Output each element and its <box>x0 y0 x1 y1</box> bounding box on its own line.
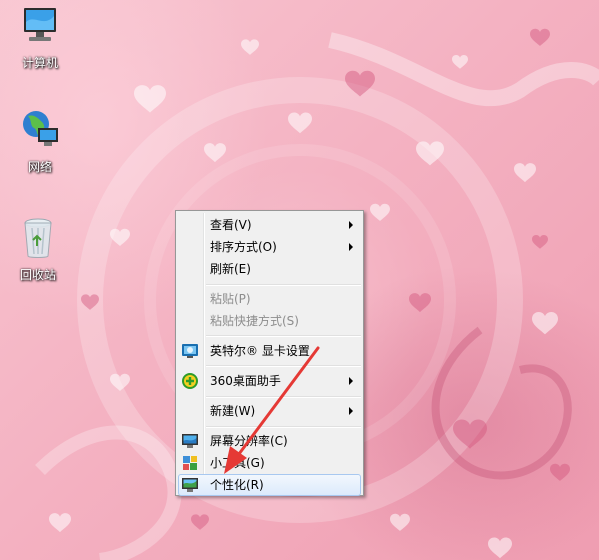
intel-graphics-icon <box>182 344 198 358</box>
menu-item-screen-resolution[interactable]: 屏幕分辨率(C) <box>178 430 361 452</box>
menu-item-personalize[interactable]: 个性化(R) <box>178 474 361 496</box>
menu-item-view[interactable]: 查看(V) <box>178 214 361 236</box>
360-desktop-icon <box>182 373 198 389</box>
menu-separator <box>206 284 361 286</box>
submenu-arrow-icon <box>349 407 353 415</box>
desktop-context-menu: 查看(V) 排序方式(O) 刷新(E) 粘贴(P) 粘贴快捷方式(S) 英特尔®… <box>175 210 364 496</box>
desktop-icon-label: 回收站 <box>19 268 56 282</box>
desktop-icon-label: 网络 <box>27 160 52 174</box>
menu-item-360-desktop[interactable]: 360桌面助手 <box>178 370 361 392</box>
screen-resolution-icon <box>182 434 198 448</box>
computer-icon <box>24 8 56 41</box>
personalize-icon <box>182 478 198 492</box>
menu-item-gadgets[interactable]: 小工具(G) <box>178 452 361 474</box>
menu-item-intel-graphics[interactable]: 英特尔® 显卡设置 <box>178 340 361 362</box>
menu-item-sort-by[interactable]: 排序方式(O) <box>178 236 361 258</box>
gadgets-icon <box>183 456 197 470</box>
menu-item-label: 个性化(R) <box>210 478 264 492</box>
menu-item-label: 粘贴快捷方式(S) <box>210 314 299 328</box>
desktop-icon-label: 计算机 <box>21 56 58 70</box>
menu-item-label: 新建(W) <box>210 404 256 418</box>
menu-item-label: 排序方式(O) <box>210 240 277 254</box>
menu-separator <box>206 396 361 398</box>
menu-item-paste-shortcut: 粘贴快捷方式(S) <box>178 310 361 332</box>
menu-item-label: 粘贴(P) <box>210 292 251 306</box>
menu-separator <box>206 335 361 337</box>
menu-item-label: 英特尔® 显卡设置 <box>210 344 310 358</box>
menu-item-label: 查看(V) <box>210 218 252 232</box>
submenu-arrow-icon <box>349 221 353 229</box>
desktop-icon-network[interactable]: 网络 <box>8 106 72 174</box>
recycle-bin-icon <box>24 218 52 258</box>
menu-item-refresh[interactable]: 刷新(E) <box>178 258 361 280</box>
desktop-icon-computer[interactable]: 计算机 <box>8 2 72 70</box>
desktop[interactable]: 计算机 网络 回收站 查看(V) 排序方式(O) 刷新(E) 粘贴(P) 粘贴快… <box>0 0 599 560</box>
network-icon <box>23 111 58 146</box>
menu-item-new[interactable]: 新建(W) <box>178 400 361 422</box>
desktop-icon-recycle-bin[interactable]: 回收站 <box>6 214 70 282</box>
menu-separator <box>206 426 361 428</box>
menu-item-label: 小工具(G) <box>210 456 265 470</box>
submenu-arrow-icon <box>349 243 353 251</box>
menu-item-label: 刷新(E) <box>210 262 251 276</box>
submenu-arrow-icon <box>349 377 353 385</box>
menu-item-label: 屏幕分辨率(C) <box>210 434 288 448</box>
menu-item-paste: 粘贴(P) <box>178 288 361 310</box>
menu-separator <box>206 365 361 367</box>
menu-item-label: 360桌面助手 <box>210 374 281 388</box>
